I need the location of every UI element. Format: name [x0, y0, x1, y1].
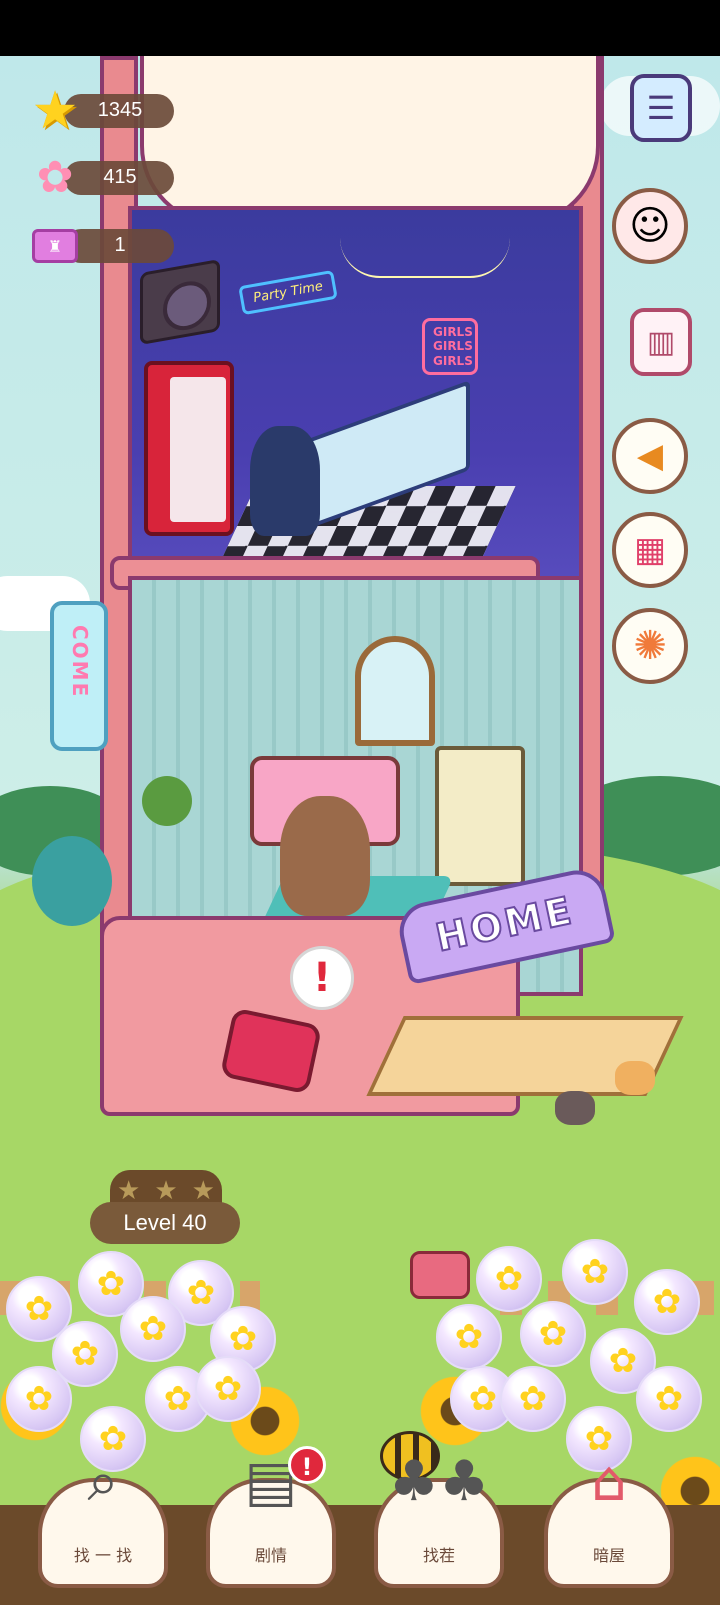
character-catgirl[interactable]: [250, 426, 320, 536]
nav-find-label: 找 一 找: [73, 1546, 133, 1565]
nav-find-button[interactable]: ⌕ 找 一 找: [38, 1454, 168, 1588]
flower-bubble[interactable]: [634, 1269, 700, 1335]
come-sign: COME: [50, 601, 108, 751]
star-count: 1345: [97, 99, 143, 121]
flower-count: 415: [103, 166, 137, 188]
fridge[interactable]: [144, 361, 234, 536]
flower-bubble[interactable]: [562, 1239, 628, 1305]
window: [355, 636, 435, 746]
round-tree-icon: [32, 836, 112, 926]
house-icon: ⌂: [591, 1449, 627, 1514]
calendar-icon: ▦: [633, 530, 667, 570]
task-list-button[interactable]: ☰: [630, 74, 692, 142]
wardrobe-button[interactable]: ▥: [630, 308, 692, 376]
avatar-girl-icon: ☺: [629, 203, 671, 249]
dog-icon[interactable]: [555, 1091, 595, 1125]
flower-bubble[interactable]: [120, 1296, 186, 1362]
wardrobe[interactable]: [435, 746, 525, 886]
announcement-button[interactable]: ◀: [612, 418, 688, 494]
story-alert-badge: !: [288, 1446, 326, 1484]
flower-bubble[interactable]: [195, 1356, 261, 1422]
come-sign-text: COME: [68, 625, 92, 699]
level-label: Level 40: [90, 1202, 240, 1244]
nav-house-button[interactable]: ⌂ 暗屋: [544, 1454, 674, 1588]
nav-house-label: 暗屋: [592, 1546, 625, 1565]
flower-bubble[interactable]: [476, 1246, 542, 1312]
nav-spot-difference-label: 找茬: [422, 1546, 455, 1565]
twin-plants-icon: ♣♣: [388, 1449, 490, 1514]
potted-plant-icon: [142, 776, 192, 826]
room-top-floor[interactable]: [140, 56, 600, 226]
megaphone-icon: ◀: [636, 436, 664, 476]
string-lights: [340, 238, 510, 278]
task-list-icon: ☰: [646, 89, 676, 127]
game-scene: Party Time GIRLS GIRLS GIRLS COME HOME !: [0, 56, 720, 1605]
flower-bubble[interactable]: [6, 1366, 72, 1432]
watering-can-icon[interactable]: [410, 1251, 470, 1299]
dog-icon[interactable]: [615, 1061, 655, 1095]
magnifier-icon: ⌕: [87, 1449, 119, 1514]
alert-bubble[interactable]: !: [290, 946, 354, 1010]
neon-girls-sign: GIRLS GIRLS GIRLS: [422, 318, 478, 376]
character-girl-reading[interactable]: [280, 796, 370, 916]
ticket-count: 1: [114, 234, 126, 256]
status-bar: [0, 0, 720, 56]
nav-spot-difference-button[interactable]: ♣♣ 找茬: [374, 1454, 504, 1588]
nav-story-label: 剧情: [254, 1546, 287, 1565]
avatar-button[interactable]: ☺: [612, 188, 688, 264]
calendar-button[interactable]: ▦: [612, 512, 688, 588]
nav-story-button[interactable]: ▤ ! 剧情: [206, 1446, 336, 1588]
wardrobe-icon: ▥: [646, 324, 676, 360]
flower-bubble[interactable]: [520, 1301, 586, 1367]
flower-bubble[interactable]: [636, 1366, 702, 1432]
level-badge[interactable]: ★ ★ ★ Level 40: [90, 1170, 240, 1248]
prize-wheel-button[interactable]: ✺: [612, 608, 688, 684]
prize-wheel-icon: ✺: [633, 623, 667, 669]
speaker-icon: [140, 258, 220, 346]
flower-bubble[interactable]: [436, 1304, 502, 1370]
flower-bubble[interactable]: [500, 1366, 566, 1432]
